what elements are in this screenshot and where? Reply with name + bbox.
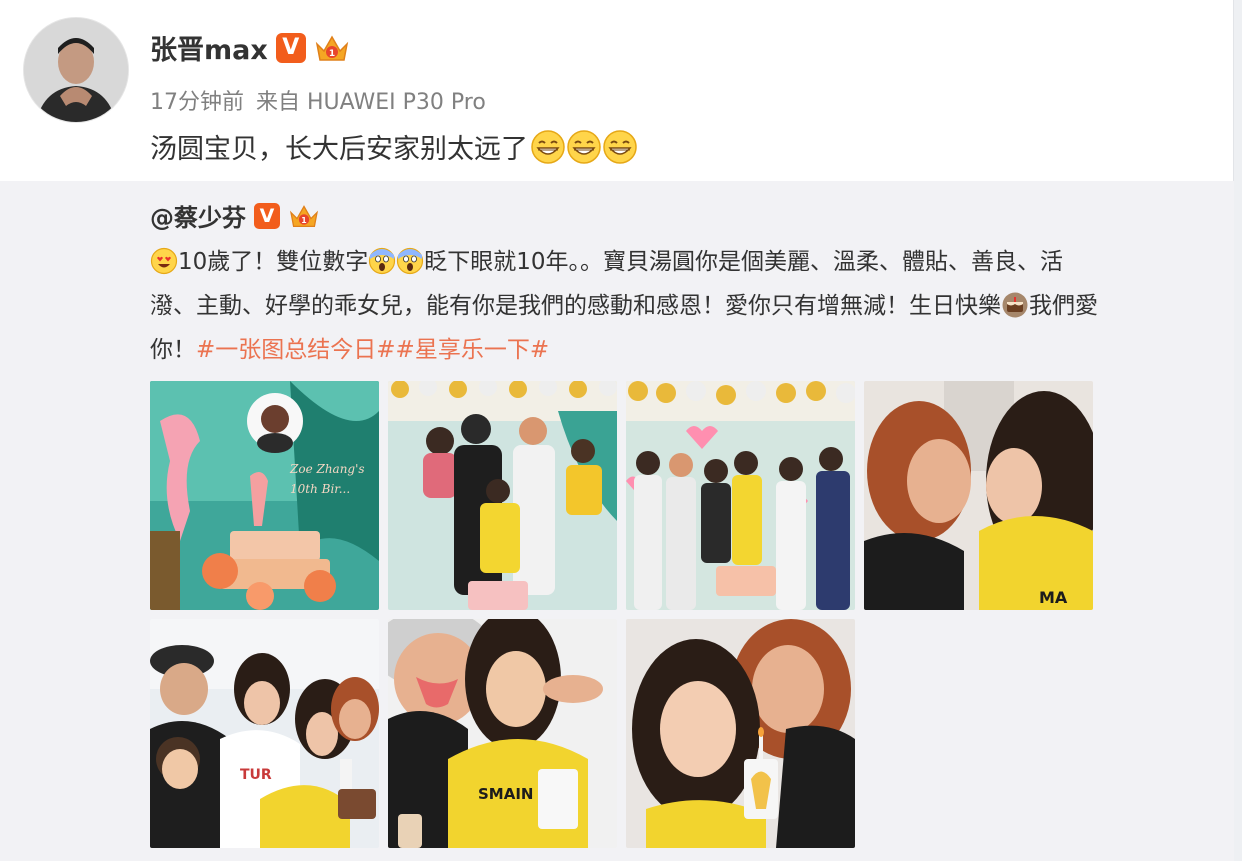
svg-text:TUR: TUR (240, 767, 272, 783)
photo-thumbnail[interactable] (626, 381, 855, 610)
svg-text:Zoe Zhang's: Zoe Zhang's (289, 462, 365, 476)
svg-text:SMAIN: SMAIN (478, 785, 533, 803)
photo-thumbnail[interactable]: MA (864, 381, 1093, 610)
grin-emoji-icon (531, 129, 565, 164)
svg-text:1: 1 (301, 215, 306, 224)
original-text: 10歲了！雙位數字 眨下眼就10年。。寶貝湯圓你是個美麗、溫柔、體貼、善良、活 … (150, 240, 1200, 372)
original-text-line-3: 你！#一张图总结今日##星享乐一下# (150, 328, 1200, 372)
username-text[interactable]: 张晋max (150, 28, 268, 67)
photo-thumbnail[interactable]: Zoe Zhang's 10th Bir... (150, 381, 379, 610)
crown-icon: 1 (289, 204, 319, 227)
weibo-post: 张晋max V 1 17分钟前 来自 HUAWEI P30 Pro 汤圆宝贝，长… (0, 0, 1234, 861)
scream-emoji-icon (369, 247, 396, 275)
photo-thumbnail[interactable]: TUR (150, 619, 379, 848)
post-meta: 17分钟前 来自 HUAWEI P30 Pro (150, 84, 486, 116)
original-text-seg-1: 10歲了！雙位數字 (178, 249, 369, 275)
photo-thumbnail[interactable] (388, 381, 617, 610)
svg-text:10th Bir...: 10th Bir... (290, 482, 350, 496)
scrollbar[interactable] (1233, 0, 1242, 861)
original-text-seg-2: 眨下眼就10年。。寶貝湯圓你是個美麗、溫柔、體貼、善良、活 (424, 249, 1064, 275)
grin-emoji-icon (567, 129, 601, 164)
svg-text:MA: MA (1039, 588, 1068, 607)
scream-emoji-icon (397, 247, 424, 275)
original-author-name[interactable]: @蔡少芬 (150, 198, 246, 233)
verified-v-icon: V (254, 202, 280, 229)
cake-emoji-icon (1002, 292, 1028, 318)
original-text-line-1: 10歲了！雙位數字 眨下眼就10年。。寶貝湯圓你是個美麗、溫柔、體貼、善良、活 (150, 240, 1200, 284)
verified-v-icon: V (275, 32, 306, 63)
original-text-line-2: 潑、主動、好學的乖女兒，能有你是我們的感動和感恩！愛你只有增無減！生日快樂 我們… (150, 284, 1200, 328)
original-text-seg-5: 你！ (150, 337, 196, 363)
photo-thumbnail[interactable] (626, 619, 855, 848)
post-source: 来自 HUAWEI P30 Pro (256, 90, 486, 115)
original-author[interactable]: @蔡少芬 V 1 (150, 198, 320, 233)
original-text-seg-3: 潑、主動、好學的乖女兒，能有你是我們的感動和感恩！愛你只有增無減！生日快樂 (150, 293, 1001, 319)
photo-thumbnail[interactable]: SMAIN (388, 619, 617, 848)
avatar[interactable] (24, 18, 128, 122)
hashtag-link[interactable]: #星享乐一下# (396, 337, 550, 363)
svg-text:1: 1 (329, 49, 335, 59)
original-text-seg-4: 我們愛 (1029, 293, 1098, 319)
post-text: 汤圆宝贝，长大后安家别太远了 (150, 134, 528, 165)
grin-emoji-icon (603, 129, 637, 164)
emoji-group (530, 129, 638, 165)
post-body: 汤圆宝贝，长大后安家别太远了 (150, 127, 638, 166)
hashtag-link[interactable]: #一张图总结今日# (196, 337, 396, 363)
post-time[interactable]: 17分钟前 (150, 84, 244, 116)
crown-icon: 1 (315, 34, 348, 61)
heart-eyes-emoji-icon (150, 247, 178, 275)
username[interactable]: 张晋max V 1 (150, 28, 350, 67)
